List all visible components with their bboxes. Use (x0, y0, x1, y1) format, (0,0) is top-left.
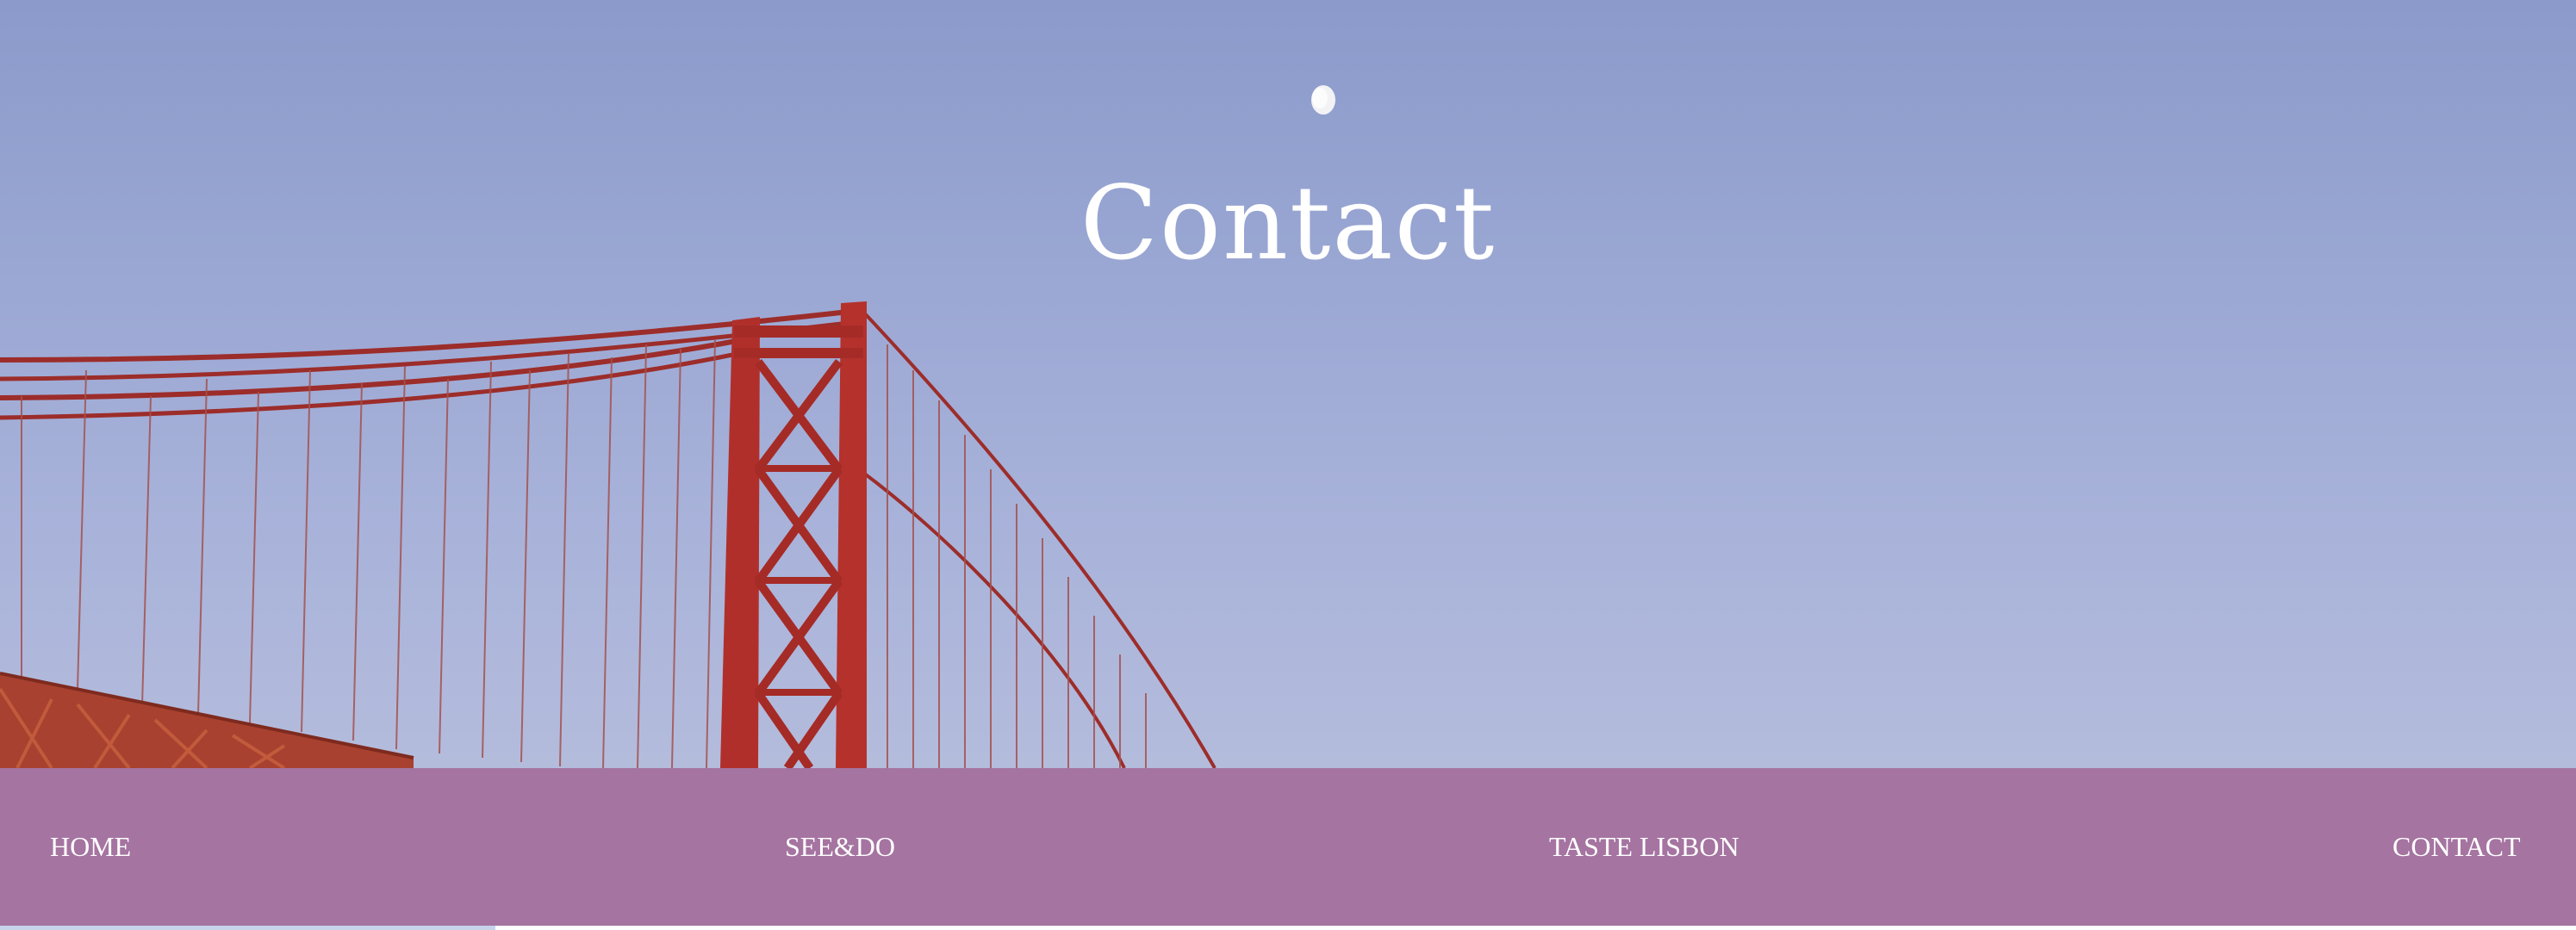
nav-item-home[interactable]: HOME (50, 768, 131, 926)
main-navigation: HOME SEE&DO TASTE LISBON CONTACT (0, 768, 2576, 926)
hangers (21, 339, 1147, 768)
hero-banner: Contact (0, 0, 2576, 768)
page-title: Contact (1080, 164, 1496, 282)
page-bottom-accent (0, 926, 495, 930)
nav-item-contact[interactable]: CONTACT (2392, 768, 2521, 926)
bridge-tower (720, 301, 867, 768)
bridge-photo (0, 85, 1335, 768)
page: Contact HOME SEE&DO TASTE LISBON CONTACT (0, 0, 2576, 930)
nav-item-see-and-do[interactable]: SEE&DO (785, 768, 895, 926)
nav-item-taste-lisbon[interactable]: TASTE LISBON (1549, 768, 1739, 926)
bridge-deck (0, 672, 414, 768)
